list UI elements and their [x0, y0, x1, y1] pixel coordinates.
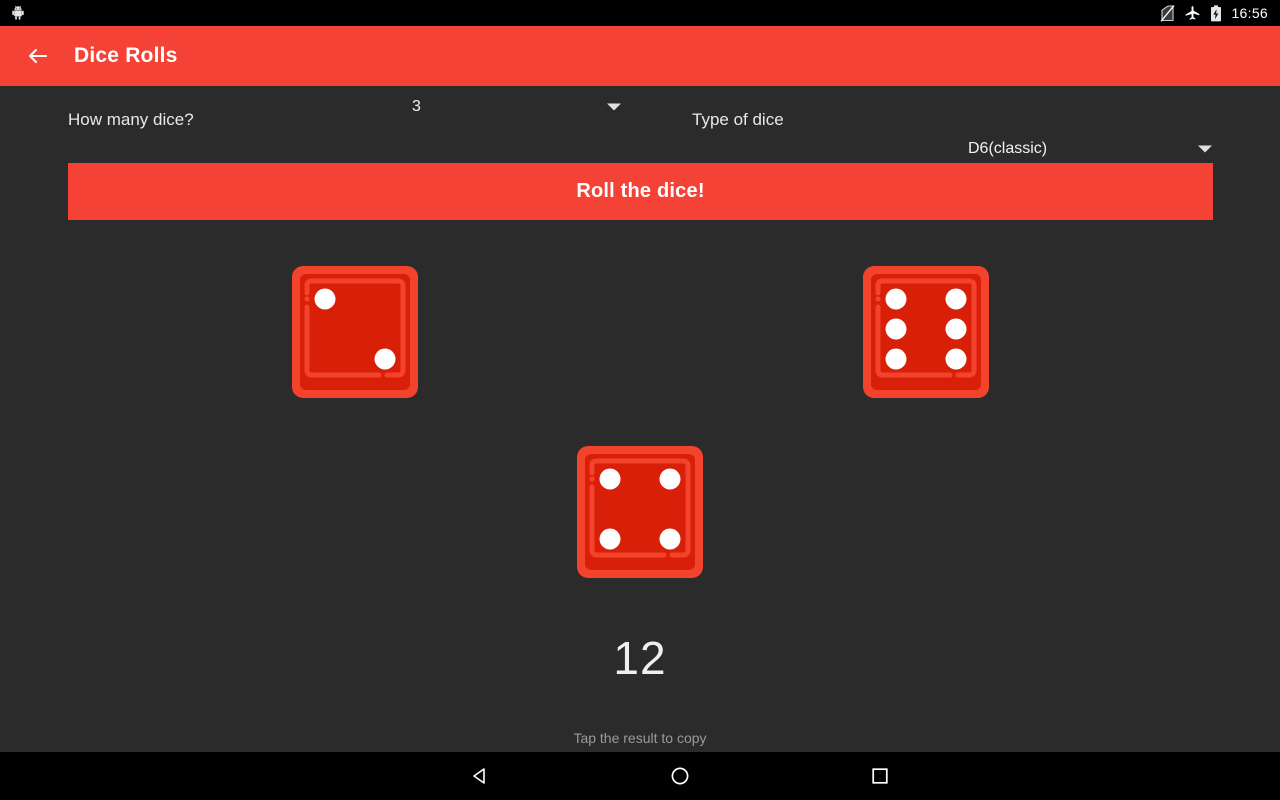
no-sim-icon [1160, 4, 1175, 22]
app-screen: 16:56 Dice Rolls How many dice? 3 Type o… [0, 0, 1280, 800]
die-face-6 [863, 266, 989, 398]
die-1 [291, 265, 419, 399]
die-face-2 [292, 266, 418, 398]
die-pip [599, 468, 621, 490]
system-navigation-bar [0, 752, 1280, 800]
status-bar-right: 16:56 [1160, 4, 1268, 22]
status-bar: 16:56 [0, 0, 1280, 26]
status-bar-clock: 16:56 [1231, 5, 1268, 21]
nav-back-triangle-icon [473, 768, 485, 784]
die-pip [659, 468, 681, 490]
die-pip [314, 288, 336, 310]
die-3 [576, 445, 704, 579]
die-pip [374, 348, 396, 370]
die-pip [945, 318, 967, 340]
android-robot-icon [12, 5, 24, 20]
die-pip [885, 348, 907, 370]
die-face-4 [577, 446, 703, 578]
app-bar: Dice Rolls [0, 26, 1280, 86]
arrow-back-icon [29, 49, 47, 63]
battery-charging-icon [1211, 4, 1222, 21]
nav-recents-button[interactable] [810, 752, 950, 800]
main-content: How many dice? 3 Type of dice D6(classic… [0, 86, 1280, 752]
page-title: Dice Rolls [74, 44, 178, 67]
back-button[interactable] [10, 28, 66, 84]
die-pip [885, 318, 907, 340]
die-pip [599, 528, 621, 550]
result-hint: Tap the result to copy [573, 730, 707, 746]
nav-recents-square-icon [872, 768, 888, 784]
nav-home-button[interactable] [610, 752, 750, 800]
die-pip [945, 348, 967, 370]
nav-home-circle-icon [671, 767, 689, 785]
nav-back-button[interactable] [410, 752, 550, 800]
die-2 [862, 265, 990, 399]
status-bar-left [10, 5, 26, 21]
die-pip [945, 288, 967, 310]
die-pip [659, 528, 681, 550]
die-pip [885, 288, 907, 310]
result-total[interactable]: 12 [0, 631, 1280, 685]
airplane-mode-icon [1186, 5, 1200, 20]
